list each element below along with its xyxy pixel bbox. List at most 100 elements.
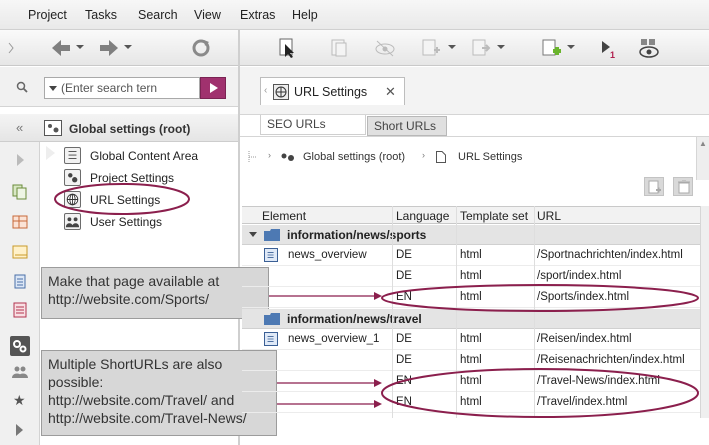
search-go-button[interactable] [200, 77, 226, 99]
cell-url: /Reisenachrichten/index.html [537, 354, 685, 366]
content-area-icon [64, 147, 81, 164]
column-header-element[interactable]: Element [262, 209, 306, 223]
tree-item-label: Global Content Area [90, 149, 199, 163]
group-label: information/news/travel [287, 312, 422, 326]
tree-item-label: User Settings [90, 215, 163, 229]
back-arrow-icon[interactable] [50, 38, 72, 58]
scroll-up-icon[interactable]: ▲ [699, 139, 707, 148]
cell-template: html [460, 396, 482, 408]
breadcrumb-item-url-settings[interactable]: URL Settings [458, 151, 522, 163]
forward-dropdown-caret[interactable] [124, 45, 132, 49]
preview-disabled-icon[interactable] [374, 38, 396, 58]
table-row[interactable]: EN html /Travel/index.html [242, 392, 700, 413]
add-page-icon[interactable] [540, 38, 562, 58]
global-settings-gears-icon[interactable] [10, 336, 30, 356]
cell-language: EN [396, 291, 412, 303]
table-row[interactable]: EN html /Sports/index.html [242, 287, 700, 308]
copy-page-icon[interactable] [328, 38, 350, 58]
table-row[interactable]: news_overview DE html /Sportnachrichten/… [242, 245, 700, 266]
add-page-icon [648, 180, 661, 194]
breadcrumb: › Global settings (root) › URL Settings [240, 146, 709, 170]
new-page-disabled-icon[interactable] [420, 38, 442, 58]
cell-language: EN [396, 396, 412, 408]
breadcrumb-scrollbar[interactable]: ▲ [696, 137, 709, 180]
data-sources-icon[interactable] [12, 274, 28, 290]
template-store-icon[interactable] [12, 302, 28, 318]
search-scope-caret-icon[interactable] [49, 86, 57, 91]
edit-page-icon[interactable] [276, 38, 298, 58]
menu-help[interactable]: Help [292, 8, 318, 22]
content-store-icon[interactable] [12, 184, 28, 200]
back-dropdown-caret[interactable] [76, 45, 84, 49]
breadcrumb-handle-icon [248, 151, 257, 163]
cell-language: DE [396, 270, 412, 282]
column-header-url[interactable]: URL [537, 209, 561, 223]
table-row[interactable]: EN html /Travel-News/index.html [242, 371, 700, 392]
table-group-row[interactable]: information/news/travel [242, 309, 700, 329]
forward-arrow-icon[interactable] [98, 38, 120, 58]
cell-template: html [460, 270, 482, 282]
panel-collapse-icon[interactable] [8, 42, 16, 54]
global-settings-small-icon [281, 153, 294, 161]
editor-toolbar: 1 [240, 30, 709, 66]
menu-tasks[interactable]: Tasks [85, 8, 117, 22]
global-settings-icon [44, 120, 62, 136]
table-row[interactable]: DE html /sport/index.html [242, 266, 700, 287]
refresh-icon[interactable] [190, 38, 212, 58]
cell-template: html [460, 375, 482, 387]
folder-icon [264, 229, 280, 241]
search-input[interactable]: (Enter search tern [44, 77, 200, 99]
expand-arrow-icon[interactable] [17, 154, 25, 166]
new-dropdown-caret[interactable] [448, 45, 456, 49]
cell-url: /Travel-News/index.html [537, 375, 660, 387]
tree-root-title: Global settings (root) [69, 122, 191, 136]
cell-element: news_overview [288, 249, 367, 261]
search-icon [16, 81, 28, 93]
tab-short-urls[interactable]: Short URLs [367, 116, 447, 136]
tab-scroll-left-icon[interactable]: ‹ [264, 85, 267, 96]
tree-expand-arrow-icon[interactable] [46, 146, 56, 160]
callout-line: Make that page available at [48, 273, 220, 289]
table-row[interactable]: news_overview_1 DE html /Reisen/index.ht… [242, 329, 700, 350]
more-arrow-icon[interactable] [16, 424, 24, 436]
close-icon[interactable]: ✕ [385, 84, 396, 100]
cell-template: html [460, 333, 482, 345]
group-collapse-icon[interactable] [249, 232, 257, 237]
tab-seo-urls[interactable]: SEO URLs [260, 115, 366, 135]
menu-view[interactable]: View [194, 8, 221, 22]
release-flag-icon[interactable]: 1 [596, 38, 618, 58]
delete-short-url-button[interactable] [673, 177, 693, 196]
breadcrumb-item-root[interactable]: Global settings (root) [303, 151, 405, 163]
favorites-star-icon[interactable]: ★ [13, 392, 26, 409]
collapse-double-chevron-icon[interactable]: « [16, 120, 23, 135]
column-header-template-set[interactable]: Template set [460, 209, 528, 223]
add-dropdown-caret[interactable] [567, 45, 575, 49]
table-scrollbar[interactable] [700, 206, 709, 418]
page-store-icon[interactable] [12, 214, 28, 230]
move-page-disabled-icon[interactable] [470, 38, 492, 58]
media-store-icon[interactable] [12, 244, 28, 260]
menu-bar: Project Tasks Search View Extras Help [0, 0, 709, 30]
group-label: information/news/sports [287, 228, 427, 242]
svg-text:1: 1 [610, 50, 615, 58]
perspective-bar: ★ [0, 142, 40, 445]
editor-tab-strip: ‹ URL Settings ✕ [240, 67, 709, 115]
menu-extras[interactable]: Extras [240, 8, 275, 22]
cell-language: DE [396, 354, 412, 366]
menu-project[interactable]: Project [28, 8, 67, 22]
tab-label: SEO URLs [267, 117, 326, 131]
menu-search[interactable]: Search [138, 8, 178, 22]
cell-url: /Sports/index.html [537, 291, 630, 303]
callout-line: http://website.com/Sports/ [48, 291, 210, 307]
column-divider [534, 206, 535, 418]
column-header-language[interactable]: Language [396, 209, 449, 223]
tab-url-settings[interactable]: ‹ URL Settings ✕ [260, 77, 405, 105]
preview-glasses-icon[interactable] [638, 38, 660, 58]
users-icon[interactable] [12, 364, 28, 380]
table-group-row[interactable]: information/news/sports [242, 225, 700, 245]
table-row[interactable]: DE html /Reisenachrichten/index.html [242, 350, 700, 371]
table-header: Element Language Template set URL [242, 206, 700, 224]
add-short-url-button[interactable] [644, 177, 664, 196]
column-divider [456, 206, 457, 418]
move-dropdown-caret[interactable] [497, 45, 505, 49]
